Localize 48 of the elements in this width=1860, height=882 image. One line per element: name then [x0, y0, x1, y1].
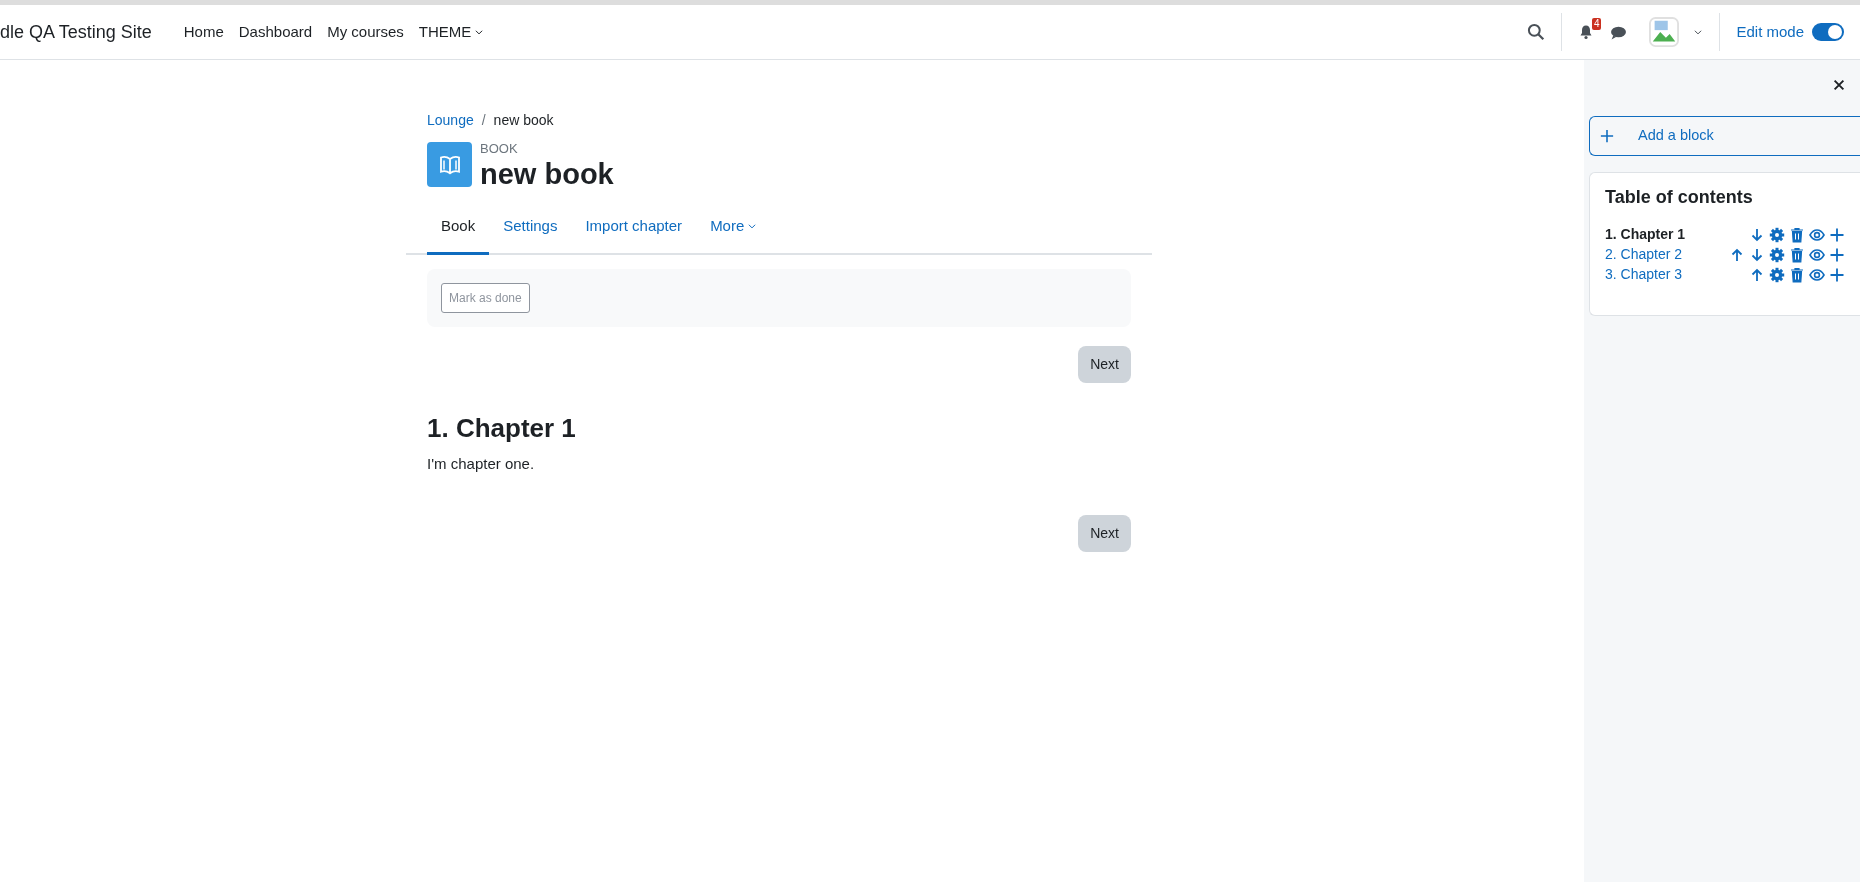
arrow-down-icon[interactable] [1749, 246, 1765, 263]
avatar-image-icon[interactable] [1649, 16, 1680, 48]
site-name[interactable]: dle QA Testing Site [0, 18, 152, 46]
tab[interactable]: More [696, 200, 772, 256]
nav-link[interactable]: THEME [418, 16, 485, 48]
eye-icon[interactable] [1809, 226, 1825, 243]
next-button[interactable]: Next [1078, 346, 1131, 384]
plus-icon[interactable] [1829, 266, 1845, 283]
nav-link[interactable]: Dashboard [238, 16, 313, 48]
tab[interactable]: Settings [489, 200, 572, 256]
breadcrumb-item: new book [493, 111, 554, 130]
nav-link[interactable]: Home [183, 16, 224, 48]
next-button[interactable]: Next [1078, 515, 1131, 553]
close-icon[interactable] [1832, 78, 1846, 92]
settings-icon[interactable] [1769, 266, 1785, 283]
search-icon[interactable] [1527, 23, 1546, 41]
caret-icon [474, 27, 485, 37]
caret-icon[interactable] [1693, 27, 1704, 37]
chapter-text: I'm chapter one. [426, 453, 536, 474]
chapter-heading: 1. Chapter 1 [426, 413, 577, 445]
eye-icon[interactable] [1809, 246, 1825, 263]
arrow-up-icon[interactable] [1749, 266, 1765, 283]
trash-icon[interactable] [1789, 246, 1805, 263]
settings-icon[interactable] [1769, 246, 1785, 263]
breadcrumb-item[interactable]: Lounge [427, 110, 474, 131]
edit-mode-switch[interactable] [1812, 23, 1844, 41]
trash-icon[interactable] [1789, 266, 1805, 283]
arrow-up-icon[interactable] [1729, 246, 1745, 263]
activity-type-label: BOOK [480, 140, 519, 158]
chapter-link[interactable]: 3. Chapter 3 [1605, 264, 1683, 286]
edit-mode-label: Edit mode [1736, 21, 1804, 42]
block-title: Table of contents [1605, 187, 1754, 209]
plus-icon [1600, 129, 1614, 143]
page-title: new book [480, 158, 614, 191]
chapter-link[interactable]: 1. Chapter 1 [1605, 224, 1686, 246]
breadcrumb-separator: / [481, 111, 486, 130]
settings-icon[interactable] [1769, 226, 1785, 243]
nav-link[interactable]: My courses [327, 16, 404, 48]
eye-icon[interactable] [1809, 266, 1825, 283]
plus-icon[interactable] [1829, 246, 1845, 263]
add-block-button[interactable]: Add a block [1589, 116, 1860, 156]
arrow-down-icon[interactable] [1749, 226, 1765, 243]
tab[interactable]: Book [427, 200, 490, 256]
plus-icon[interactable] [1829, 226, 1845, 243]
trash-icon[interactable] [1789, 226, 1805, 243]
chapter-link[interactable]: 2. Chapter 2 [1605, 244, 1683, 266]
notification-count: 4 [1591, 18, 1602, 30]
tab[interactable]: Import chapter [571, 200, 697, 256]
